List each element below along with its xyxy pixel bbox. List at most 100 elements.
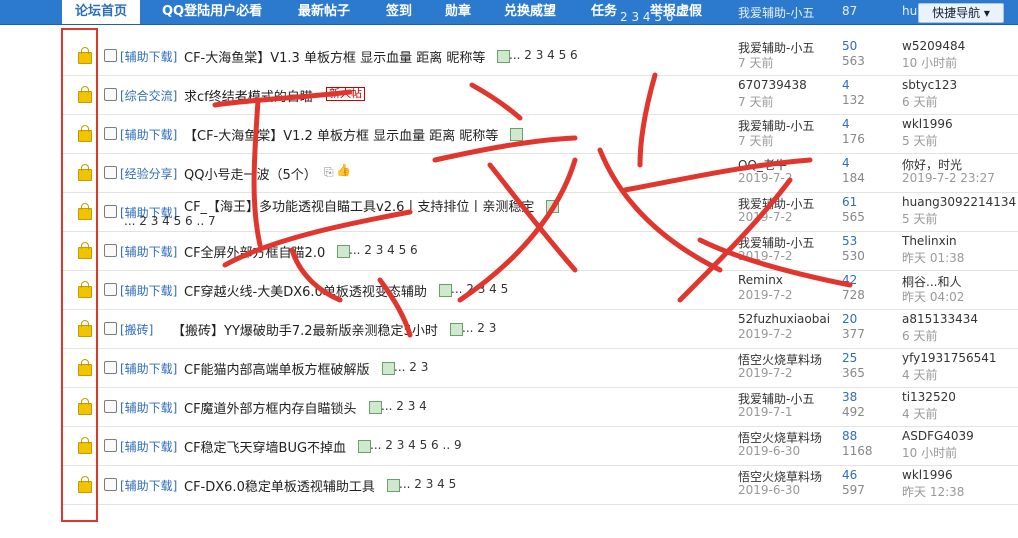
nav-exchange-prestige[interactable]: 兑换威望 xyxy=(504,0,556,24)
last-post-time[interactable]: 昨天 04:02 xyxy=(902,288,964,305)
nav-sign-in[interactable]: 签到 xyxy=(386,0,412,24)
last-poster-link[interactable]: ti132520 xyxy=(902,390,956,404)
thread-date: 2019-7-2 xyxy=(738,249,793,263)
row-checkbox[interactable] xyxy=(104,88,117,101)
thread-date: 7 天前 xyxy=(738,56,774,70)
last-post-time[interactable]: 6 天前 xyxy=(902,327,937,344)
page-links[interactable]: ... 2 3 4 5 6 .. 7 xyxy=(124,214,216,228)
last-post-time[interactable]: 昨天 12:38 xyxy=(902,483,964,500)
row-checkbox[interactable] xyxy=(104,49,117,62)
thread-date: 7 天前 xyxy=(738,134,774,148)
last-poster-link[interactable]: Thelinxin xyxy=(902,234,957,248)
quick-nav-dropdown[interactable]: 快捷导航 ▾ xyxy=(918,3,1004,23)
thread-author-link[interactable]: 52fuzhuxiaobai xyxy=(738,312,830,326)
thread-title-link[interactable]: 【搬砖】YY爆破助手7.2最新版亲测稳定5小时 xyxy=(172,320,438,339)
thread-category-link[interactable]: [辅助下载] xyxy=(120,360,177,377)
thread-title-link[interactable]: CF_【海王】多功能透视自瞄工具v2.6丨支持排位丨亲测稳定 xyxy=(184,196,534,215)
view-count: 492 xyxy=(842,405,865,419)
thread-author-link[interactable]: 670739438 xyxy=(738,78,807,92)
row-checkbox[interactable] xyxy=(104,439,117,452)
last-post-time[interactable]: 2019-7-2 23:27 xyxy=(902,171,995,185)
row-checkbox[interactable] xyxy=(104,127,117,140)
thread-category-link[interactable]: [辅助下载] xyxy=(120,477,177,494)
thread-category-link[interactable]: [经验分享] xyxy=(120,165,177,182)
nav-tasks[interactable]: 任务 xyxy=(591,0,617,24)
last-post-time[interactable]: 昨天 01:38 xyxy=(902,249,964,266)
row-checkbox[interactable] xyxy=(104,205,117,218)
row-checkbox[interactable] xyxy=(104,400,117,413)
partial-row-pages: 2 3 4 5 6 xyxy=(620,10,674,24)
thread-title-link[interactable]: CF稳定飞天穿墙BUG不掉血 xyxy=(184,437,346,456)
nav-qq-login-guide[interactable]: QQ登陆用户必看 xyxy=(162,0,262,24)
reply-count[interactable]: 42 xyxy=(842,273,857,287)
page-links[interactable]: ... 2 3 4 5 6 xyxy=(349,243,418,257)
reply-count[interactable]: 53 xyxy=(842,234,857,248)
thread-title-link[interactable]: CF全屏外部方框自瞄2.0 xyxy=(184,242,325,261)
thread-title-link[interactable]: CF能猫内部高端单板方框破解版 xyxy=(184,359,370,378)
thread-date: 7 天前 xyxy=(738,95,774,109)
thread-category-link[interactable]: [辅助下载] xyxy=(120,438,177,455)
thread-category-link[interactable]: [综合交流] xyxy=(120,87,177,104)
thread-date: 2019-6-30 xyxy=(738,444,801,458)
thread-date: 2019-7-1 xyxy=(738,405,793,419)
last-poster-link[interactable]: wkl1996 xyxy=(902,468,953,482)
thread-category-link[interactable]: [辅助下载] xyxy=(120,282,177,299)
thread-category-link[interactable]: [搬砖] xyxy=(120,321,153,338)
thread-title-link[interactable]: CF魔道外部方框内存自瞄锁头 xyxy=(184,398,357,417)
row-checkbox[interactable] xyxy=(104,361,117,374)
row-checkbox[interactable] xyxy=(104,244,117,257)
row-checkbox[interactable] xyxy=(104,322,117,335)
thread-title-link[interactable]: 求cf终结者模式的自瞄 xyxy=(184,86,313,105)
last-poster-link[interactable]: sbtyc123 xyxy=(902,78,957,92)
nav-forum-home[interactable]: 论坛首页 xyxy=(62,0,140,24)
row-checkbox[interactable] xyxy=(104,478,117,491)
nav-latest-posts[interactable]: 最新帖子 xyxy=(298,0,350,24)
last-post-time[interactable]: 10 小时前 xyxy=(902,54,957,71)
reply-count[interactable]: 25 xyxy=(842,351,857,365)
reply-count[interactable]: 38 xyxy=(842,390,857,404)
last-poster-link[interactable]: huang3092214134 xyxy=(902,195,1016,209)
reply-count[interactable]: 4 xyxy=(842,117,850,131)
page-links[interactable]: ... 2 3 xyxy=(462,321,496,335)
thread-title-link[interactable]: CF-大海鱼棠】V1.3 单板方框 显示血量 距离 昵称等 xyxy=(184,47,485,66)
reply-count[interactable]: 46 xyxy=(842,468,857,482)
page-links[interactable]: ... 2 3 4 5 xyxy=(399,477,456,491)
thread-title-link[interactable]: QQ小号走一波（5个） xyxy=(184,164,317,183)
thread-category-link[interactable]: [辅助下载] xyxy=(120,243,177,260)
last-post-time[interactable]: 5 天前 xyxy=(902,132,937,149)
last-poster-link[interactable]: wkl1996 xyxy=(902,117,953,131)
reply-count[interactable]: 88 xyxy=(842,429,857,443)
last-post-time[interactable]: 5 天前 xyxy=(902,210,937,227)
page-links[interactable]: ... 2 3 xyxy=(394,360,428,374)
reply-count[interactable]: 50 xyxy=(842,39,857,53)
nav-medals[interactable]: 勋章 xyxy=(445,0,471,24)
attachment-icon: ⎘ xyxy=(324,165,334,179)
page-links[interactable]: ... 2 3 4 5 6 xyxy=(509,48,578,62)
last-post-time[interactable]: 4 天前 xyxy=(902,405,937,422)
view-count: 132 xyxy=(842,93,865,107)
thread-title-link[interactable]: 【CF-大海鱼棠】V1.2 单板方框 显示血量 距离 昵称等 xyxy=(184,125,498,144)
last-poster-link[interactable]: a815133434 xyxy=(902,312,978,326)
view-count: 377 xyxy=(842,327,865,341)
thread-title-link[interactable]: CF-DX6.0稳定单板透视辅助工具 xyxy=(184,476,375,495)
page-links[interactable]: ... 2 3 4 5 6 .. 9 xyxy=(370,438,462,452)
thread-category-link[interactable]: [辅助下载] xyxy=(120,48,177,65)
thread-category-link[interactable]: [辅助下载] xyxy=(120,126,177,143)
reply-count[interactable]: 4 xyxy=(842,78,850,92)
last-poster-link[interactable]: w5209484 xyxy=(902,39,965,53)
reply-count[interactable]: 4 xyxy=(842,156,850,170)
last-post-time[interactable]: 4 天前 xyxy=(902,366,937,383)
page-links[interactable]: ... 2 3 4 xyxy=(381,399,427,413)
last-post-time[interactable]: 10 小时前 xyxy=(902,444,957,461)
reply-count[interactable]: 61 xyxy=(842,195,857,209)
thread-author-link[interactable]: Reminx xyxy=(738,273,783,287)
reply-count[interactable]: 20 xyxy=(842,312,857,326)
thread-category-link[interactable]: [辅助下载] xyxy=(120,399,177,416)
row-checkbox[interactable] xyxy=(104,166,117,179)
page-links[interactable]: ... 2 3 4 5 xyxy=(451,282,508,296)
thread-title-link[interactable]: CF穿越火线-大美DX6.0单板透视变态辅助 xyxy=(184,281,427,300)
last-post-time[interactable]: 6 天前 xyxy=(902,93,937,110)
last-poster-link[interactable]: yfy1931756541 xyxy=(902,351,997,365)
row-checkbox[interactable] xyxy=(104,283,117,296)
last-poster-link[interactable]: ASDFG4039 xyxy=(902,429,974,443)
